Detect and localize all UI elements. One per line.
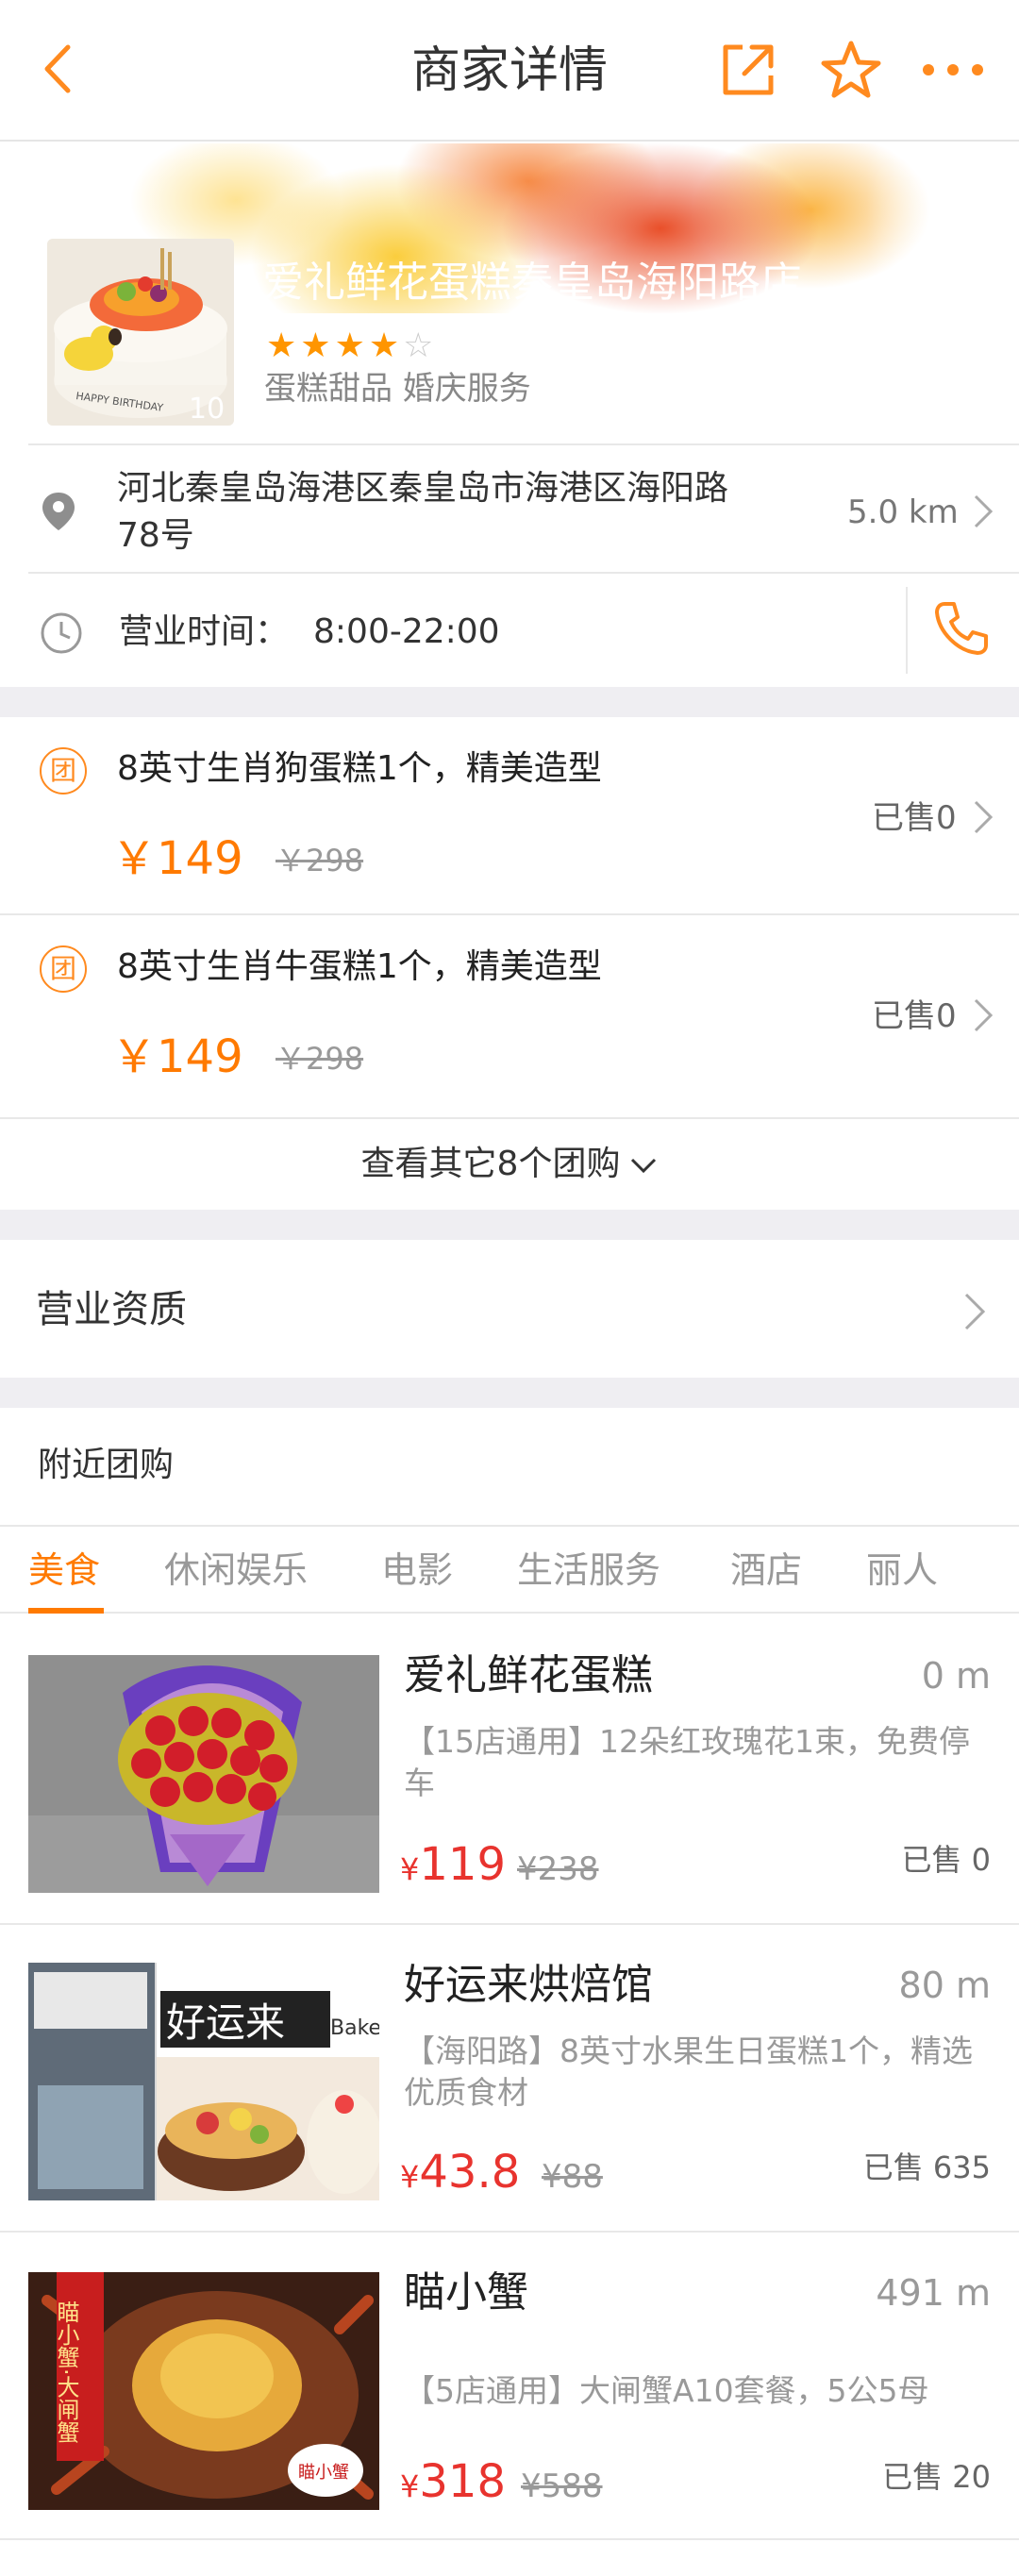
deal-shop-name: 爱礼鲜花蛋糕 bbox=[404, 1651, 653, 1699]
deal-original-price: ¥588 bbox=[521, 2467, 603, 2505]
more-icon[interactable] bbox=[915, 40, 991, 100]
deal-price: ￥149 bbox=[111, 1030, 243, 1083]
business-license-row[interactable]: 营业资质 bbox=[0, 1240, 1019, 1378]
deal-sold-count: 已售0 bbox=[872, 799, 957, 837]
nearby-deal-item[interactable]: 好运来 Bake 好运来烘焙馆 80 m 【海阳路】8英寸水果生日蛋糕1个，精选… bbox=[0, 1925, 1019, 2233]
star-icon: ★ bbox=[334, 326, 365, 365]
deal-distance: 80 m bbox=[898, 1965, 991, 2006]
image-brand-text: 好运来 bbox=[166, 1999, 285, 2046]
rating-stars: ★ ★ ★ ★ ☆ bbox=[266, 327, 433, 365]
chevron-right-icon bbox=[972, 996, 994, 1034]
nearby-section-header: 附近团购 bbox=[0, 1408, 1019, 1525]
deal-original-price: ¥88 bbox=[542, 2158, 603, 2196]
address-text[interactable]: 河北秦皇岛海港区秦皇岛市海港区海阳路78号 bbox=[117, 465, 759, 560]
address-distance: 5.0 km bbox=[847, 493, 959, 531]
deal-shop-name: 瞄小蟹 bbox=[404, 2268, 528, 2317]
deal-image bbox=[28, 1655, 379, 1893]
hours-value: 8:00-22:00 bbox=[313, 612, 500, 651]
tab-food[interactable]: 美食 bbox=[28, 1546, 100, 1595]
tab-beauty[interactable]: 丽人 bbox=[866, 1546, 938, 1595]
deal-title: 8英寸生肖狗蛋糕1个，精美造型 bbox=[117, 749, 602, 788]
chevron-down-icon bbox=[631, 1158, 657, 1174]
shop-categories: 蛋糕甜品 婚庆服务 bbox=[264, 370, 531, 408]
tab-hotels[interactable]: 酒店 bbox=[730, 1546, 802, 1595]
deal-price: ￥149 bbox=[111, 832, 243, 885]
active-tab-indicator bbox=[28, 1608, 104, 1614]
shop-name: 爱礼鲜花蛋糕秦皇岛海阳路店 bbox=[262, 259, 802, 307]
deal-sold-count: 已售 20 bbox=[882, 2459, 991, 2495]
more-deals-button[interactable]: 查看其它8个团购 bbox=[0, 1119, 1019, 1210]
shop-thumbnail[interactable]: HAPPY BIRTHDAY 10 bbox=[47, 239, 234, 426]
deal-item[interactable]: 团 8英寸生肖狗蛋糕1个，精美造型 ￥149 ￥298 已售0 bbox=[0, 719, 1019, 915]
deal-title: 8英寸生肖牛蛋糕1个，精美造型 bbox=[117, 947, 602, 986]
deal-sold-count: 已售0 bbox=[872, 997, 957, 1035]
group-deal-badge-icon: 团 bbox=[40, 945, 87, 993]
nearby-label: 附近团购 bbox=[38, 1446, 175, 1484]
deal-sold-count: 已售 635 bbox=[862, 2149, 991, 2185]
deal-original-price: ￥298 bbox=[276, 843, 364, 878]
deal-price: ¥119 bbox=[400, 1838, 506, 1891]
deal-distance: 0 m bbox=[921, 1655, 991, 1697]
category-tabs: 美食 休闲娱乐 电影 生活服务 酒店 丽人 bbox=[0, 1527, 1019, 1614]
star-empty-icon: ☆ bbox=[403, 326, 434, 365]
thumb-number: 10 bbox=[189, 393, 225, 426]
deal-description: 【5店通用】大闸蟹A10套餐，5公5母 bbox=[404, 2372, 929, 2409]
deal-price: ¥318 bbox=[400, 2455, 506, 2508]
clock-icon bbox=[40, 611, 83, 655]
chevron-right-icon bbox=[972, 798, 994, 836]
group-deal-badge-icon: 团 bbox=[40, 747, 87, 795]
image-banner-text: 瞄小蟹·大闸蟹 bbox=[53, 2300, 79, 2444]
tab-movies[interactable]: 电影 bbox=[381, 1546, 453, 1595]
nearby-deal-item[interactable]: 爱礼鲜花蛋糕 0 m 【15店通用】12朵红玫瑰花1束，免费停车 ¥119 ¥2… bbox=[0, 1615, 1019, 1923]
star-icon: ★ bbox=[300, 326, 331, 365]
deal-sold-count: 已售 0 bbox=[901, 1842, 991, 1878]
image-logo-text: 瞄小蟹 bbox=[298, 2463, 349, 2483]
location-pin-icon bbox=[40, 491, 77, 532]
favorite-star-icon[interactable] bbox=[817, 36, 885, 104]
license-label: 营业资质 bbox=[36, 1288, 187, 1331]
deal-original-price: ¥238 bbox=[517, 1850, 599, 1888]
deal-image: 瞄小蟹·大闸蟹 瞄小蟹 bbox=[28, 2272, 379, 2510]
deal-shop-name: 好运来烘焙馆 bbox=[404, 1961, 653, 2009]
phone-icon[interactable] bbox=[929, 596, 994, 661]
deal-image: 好运来 Bake bbox=[28, 1963, 379, 2200]
star-icon: ★ bbox=[368, 326, 400, 365]
deal-price: ¥43.8 bbox=[400, 2146, 521, 2199]
chevron-right-icon bbox=[962, 1291, 987, 1332]
deal-description: 【15店通用】12朵红玫瑰花1束，免费停车 bbox=[404, 1723, 970, 1801]
tab-life-services[interactable]: 生活服务 bbox=[517, 1546, 660, 1595]
star-icon: ★ bbox=[266, 326, 297, 365]
chevron-right-icon[interactable] bbox=[972, 493, 994, 530]
share-icon[interactable] bbox=[714, 36, 782, 104]
tab-entertainment[interactable]: 休闲娱乐 bbox=[164, 1546, 308, 1595]
hours-label: 营业时间： bbox=[119, 612, 290, 651]
nav-bar: 商家详情 bbox=[0, 0, 1019, 142]
deal-original-price: ￥298 bbox=[276, 1041, 364, 1077]
deal-description: 【海阳路】8英寸水果生日蛋糕1个，精选优质食材 bbox=[404, 2032, 973, 2111]
deal-item[interactable]: 团 8英寸生肖牛蛋糕1个，精美造型 ￥149 ￥298 已售0 bbox=[0, 917, 1019, 1113]
more-deals-label: 查看其它8个团购 bbox=[360, 1145, 621, 1183]
image-bake-text: Bake bbox=[330, 2016, 379, 2040]
nearby-deal-item[interactable]: 瞄小蟹·大闸蟹 瞄小蟹 瞄小蟹 491 m 【5店通用】大闸蟹A10套餐，5公5… bbox=[0, 2233, 1019, 2540]
deal-distance: 491 m bbox=[876, 2272, 991, 2314]
